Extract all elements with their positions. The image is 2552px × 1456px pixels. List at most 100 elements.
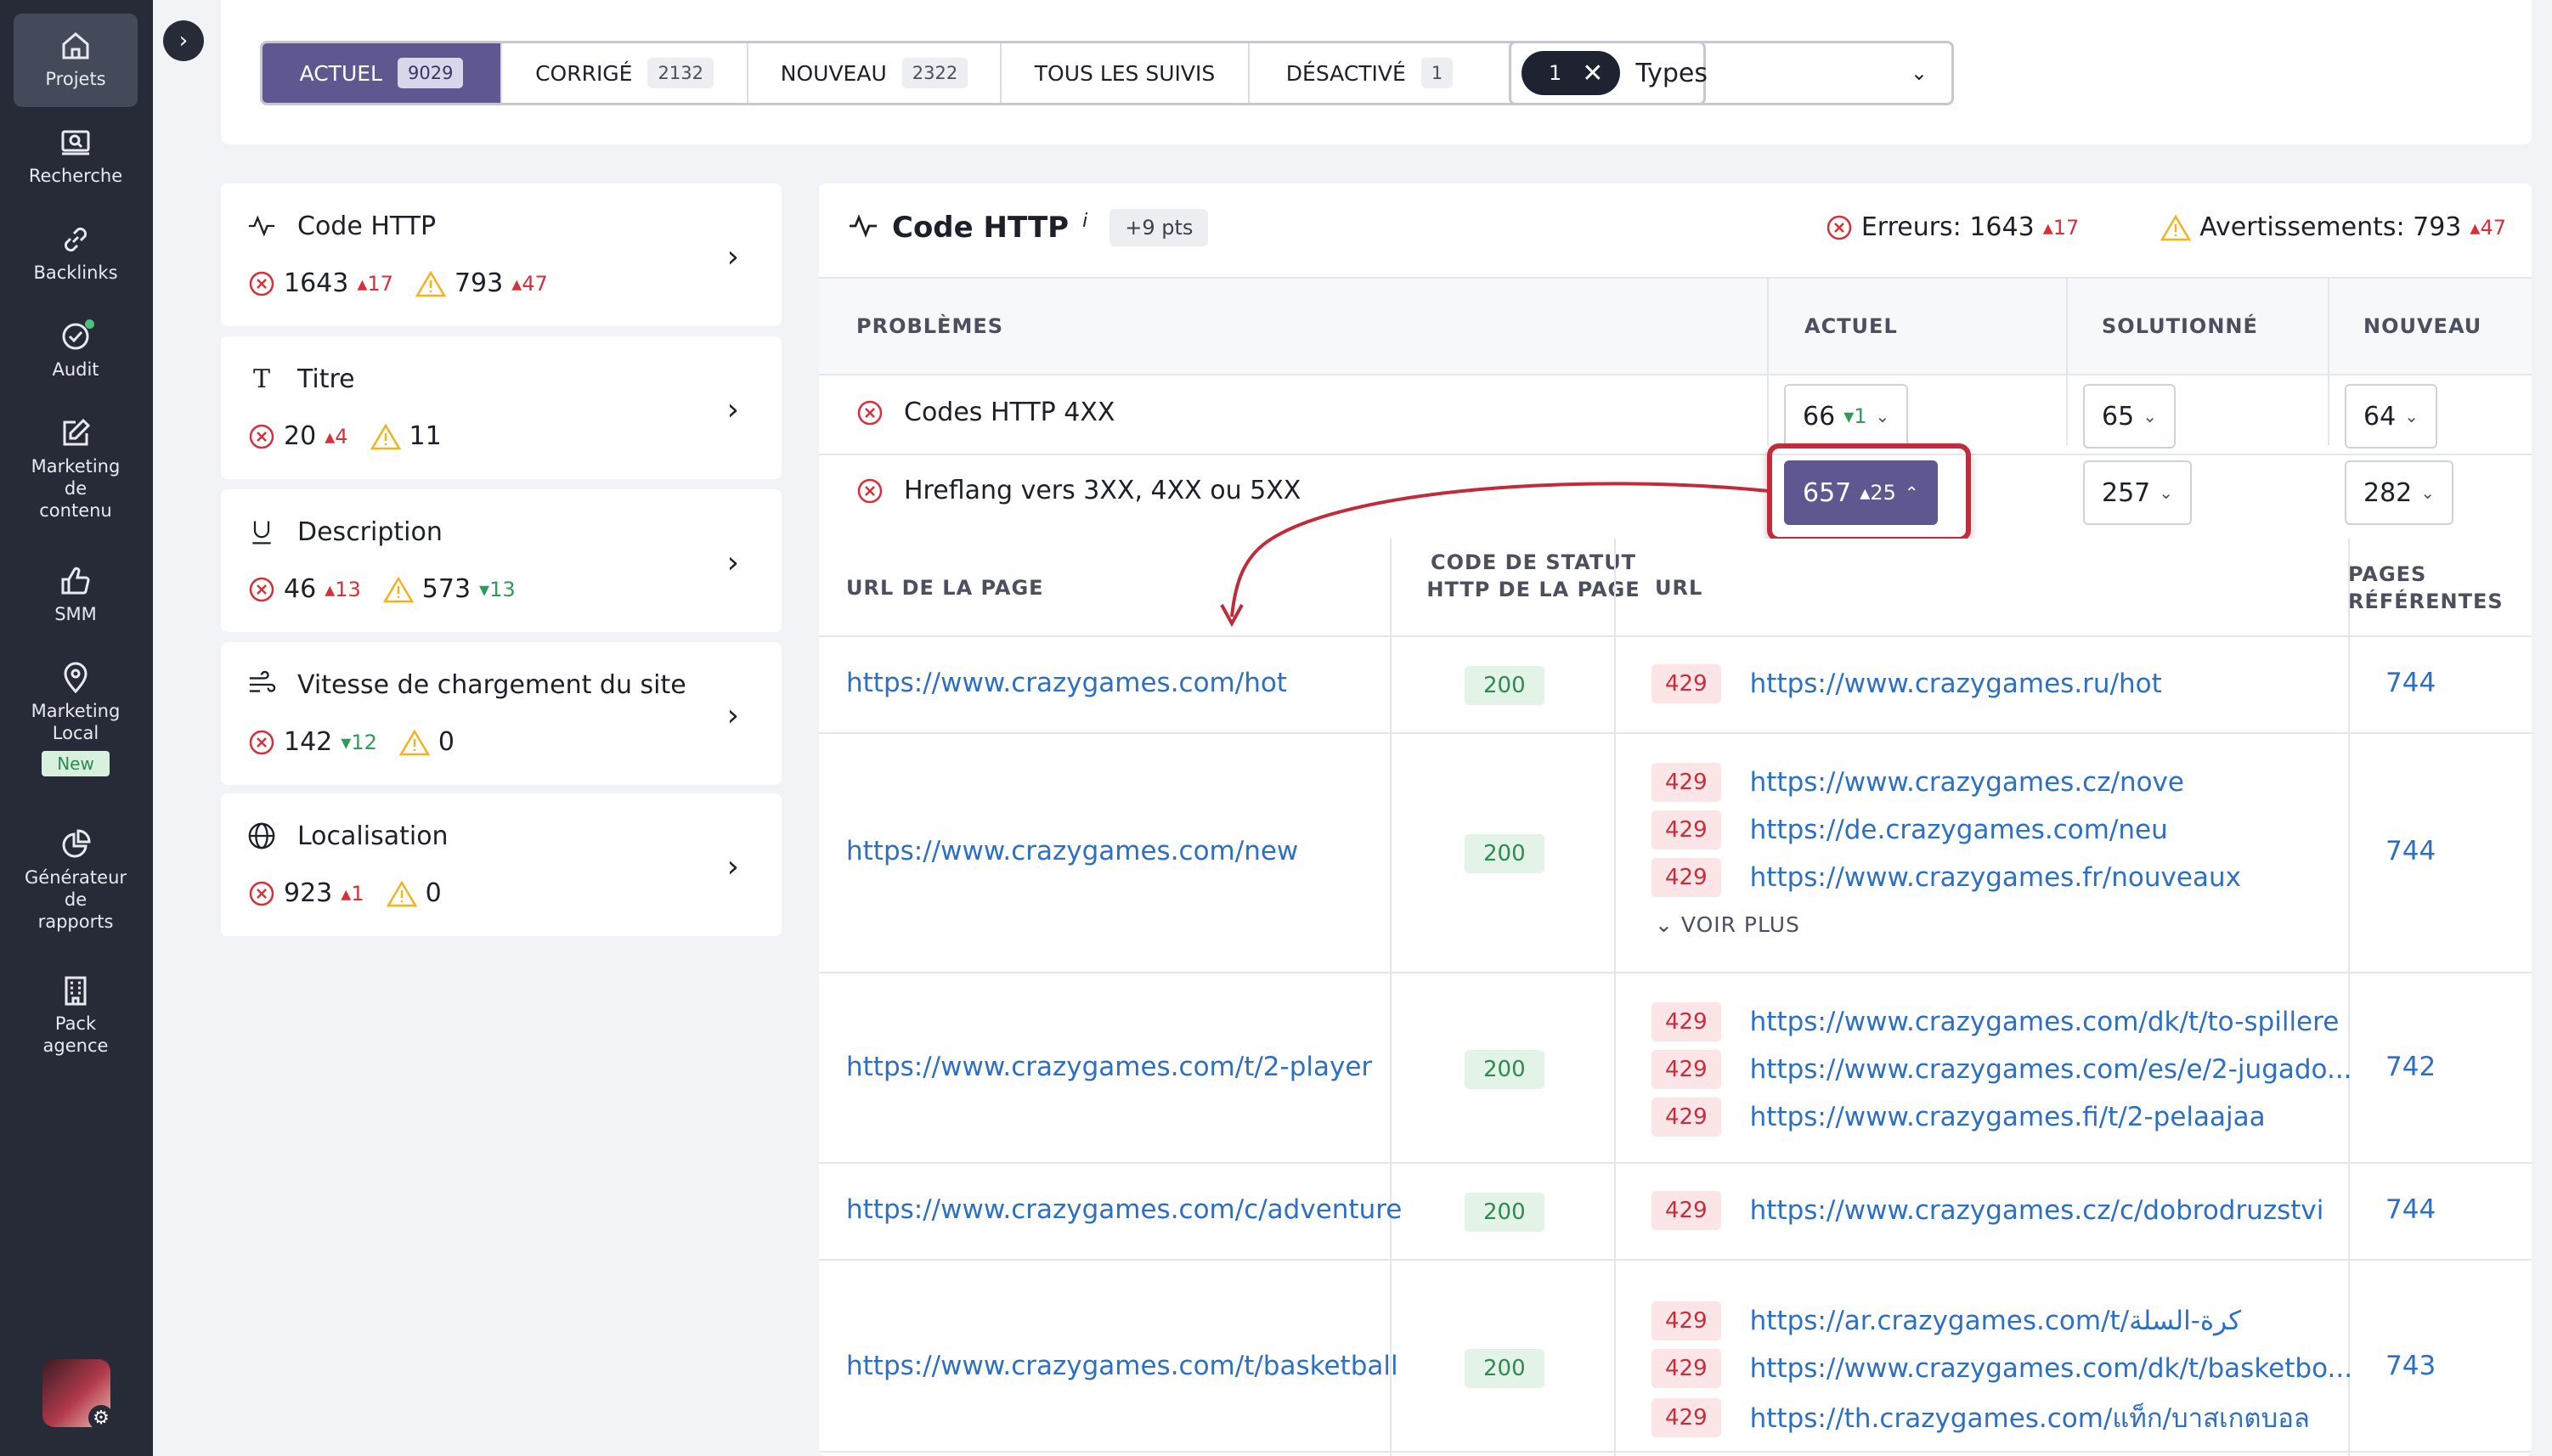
panel-title: Code HTTP [892, 211, 1070, 245]
status-badge: 429 [1651, 763, 1721, 802]
error-delta: ▴17 [357, 271, 393, 296]
target-url-link[interactable]: https://de.crazygames.com/neu [1750, 815, 2168, 845]
error-icon [249, 881, 274, 906]
types-label: Types [1635, 58, 1708, 88]
detail-table-header: URL DE LA PAGE CODE DE STATUT HTTP DE LA… [819, 539, 2532, 637]
target-url-link[interactable]: https://www.crazygames.com/dk/t/basketbo… [1750, 1353, 2352, 1384]
status-badge: 429 [1651, 1098, 1721, 1137]
activity-icon [848, 211, 878, 245]
chevron-down-icon: ⌄ [1910, 61, 1928, 85]
nav-label: Backlinks [33, 262, 118, 283]
status-badge: 429 [1651, 1050, 1721, 1089]
solved-dropdown[interactable]: 65 ⌄ [2083, 384, 2176, 449]
new-dropdown[interactable]: 64 ⌄ [2345, 384, 2437, 449]
category-card-localisation[interactable]: Localisation 923 ▴1 0 › [221, 793, 782, 936]
solved-value: 257 [2102, 477, 2151, 508]
warning-icon [370, 423, 401, 449]
nav-label: Audit [52, 359, 99, 380]
error-delta: ▾12 [341, 730, 377, 754]
status-badge: 429 [1651, 1301, 1721, 1340]
problem-row[interactable]: Codes HTTP 4XX 66 ▾1 ⌄ 65 ⌄ 64 ⌄ [819, 377, 2532, 455]
error-delta: ▴13 [325, 577, 361, 601]
filter-bar: ACTUEL 9029 CORRIGÉ 2132 NOUVEAU 2322 TO… [221, 0, 2532, 144]
category-card-description[interactable]: Description 46 ▴13 573 ▾13 › [221, 489, 782, 632]
nav-item-audit[interactable]: Audit [14, 304, 138, 389]
gear-icon[interactable]: ⚙ [88, 1405, 114, 1431]
category-title: Localisation [297, 821, 449, 851]
info-icon[interactable]: i [1082, 211, 1087, 232]
nav-item-pack-agence[interactable]: Pack agence [14, 958, 138, 1069]
category-card-vitesse[interactable]: Vitesse de chargement du site 142 ▾12 0 … [221, 642, 782, 785]
col-solved: SOLUTIONNÉ [2102, 314, 2258, 338]
new-badge: New [42, 751, 110, 776]
col-url: URL [1655, 576, 1703, 600]
types-count: 1 [1549, 61, 1562, 85]
error-icon [249, 730, 274, 754]
status-badge: 429 [1651, 810, 1721, 849]
target-url-link[interactable]: https://www.crazygames.com/es/e/2-jugado… [1750, 1054, 2352, 1085]
solved-dropdown[interactable]: 257 ⌄ [2083, 460, 2193, 525]
solved-value: 65 [2102, 401, 2135, 432]
nav-item-backlinks[interactable]: Backlinks [14, 207, 138, 292]
errors-summary: Erreurs: 1643 [1860, 212, 2035, 242]
current-dropdown[interactable]: 66 ▾1 ⌄ [1784, 384, 1909, 449]
current-delta: ▾1 [1843, 404, 1867, 428]
close-icon[interactable]: ✕ [1582, 59, 1603, 88]
problems-table-header: PROBLÈMES ACTUEL SOLUTIONNÉ NOUVEAU [819, 277, 2532, 375]
chevron-right-icon: › [726, 698, 739, 733]
tab-nouveau[interactable]: NOUVEAU 2322 [748, 43, 1002, 103]
new-dropdown[interactable]: 282 ⌄ [2345, 460, 2454, 525]
tab-count: 1 [1420, 58, 1454, 88]
tab-count: 2322 [901, 58, 968, 88]
target-url-link[interactable]: https://www.crazygames.fr/nouveaux [1750, 862, 2241, 893]
types-select[interactable]: 1 ✕ Types ⌄ [1509, 41, 1954, 105]
nav-item-recherche[interactable]: Recherche [14, 110, 138, 195]
target-url-link[interactable]: https://ar.crazygames.com/t/كرة-السلة [1750, 1306, 2241, 1336]
status-badge: 200 [1465, 1050, 1544, 1089]
avatar[interactable]: ⚙ [42, 1359, 114, 1431]
page-url-link[interactable]: https://www.crazygames.com/new [846, 836, 1298, 866]
types-selected-chip: 1 ✕ [1522, 51, 1621, 95]
nav-item-marketing-contenu[interactable]: Marketing de contenu [14, 401, 138, 537]
category-card-titre[interactable]: T Titre 20 ▴4 11 › [221, 336, 782, 479]
ref-pages-link[interactable]: 744 [2385, 1194, 2436, 1225]
target-url-link[interactable]: https://www.crazygames.com/dk/t/to-spill… [1750, 1007, 2340, 1037]
tab-corrige[interactable]: CORRIGÉ 2132 [502, 43, 748, 103]
nav-label: Marketing de contenu [31, 456, 121, 521]
tab-tous-les-suivis[interactable]: TOUS LES SUIVIS [1002, 43, 1250, 103]
target-url-link[interactable]: https://www.crazygames.ru/hot [1750, 669, 2162, 699]
nav-item-smm[interactable]: SMM [14, 549, 138, 634]
ref-pages-link[interactable]: 743 [2385, 1351, 2436, 1381]
page-url-link[interactable]: https://www.crazygames.com/t/2-player [846, 1052, 1372, 1082]
nav-item-marketing-local[interactable]: Marketing Local New [14, 646, 138, 799]
error-icon [1826, 215, 1852, 240]
errors-summary-delta: ▴17 [2042, 215, 2080, 240]
target-url-link[interactable]: https://www.crazygames.cz/nove [1750, 767, 2184, 798]
problem-row-selected[interactable]: Hreflang vers 3XX, 4XX ou 5XX 657 ▴25 ⌃ … [819, 455, 2532, 533]
ref-pages-link[interactable]: 742 [2385, 1052, 2436, 1082]
sidebar-expand-button[interactable]: › [163, 20, 204, 61]
error-icon [249, 271, 274, 296]
ref-pages-link[interactable]: 744 [2385, 836, 2436, 866]
target-url-link[interactable]: https://th.crazygames.com/แท็ก/บาสเกตบอล [1750, 1397, 2310, 1439]
nav-item-generateur-rapports[interactable]: Générateur de rapports [14, 812, 138, 948]
tab-label: CORRIGÉ [535, 60, 633, 86]
page-url-link[interactable]: https://www.crazygames.com/c/adventure [846, 1194, 1402, 1225]
status-badge: 429 [1651, 1349, 1721, 1388]
status-badge: 200 [1465, 666, 1544, 705]
see-more-button[interactable]: ⌄ VOIR PLUS [1655, 912, 1800, 937]
location-pin-icon [57, 659, 94, 697]
tab-desactive[interactable]: DÉSACTIVÉ 1 [1250, 43, 1489, 103]
tab-label: NOUVEAU [780, 60, 887, 86]
page-url-link[interactable]: https://www.crazygames.com/hot [846, 668, 1287, 698]
page-url-link[interactable]: https://www.crazygames.com/t/basketball [846, 1351, 1398, 1381]
search-screen-icon [57, 124, 94, 161]
tab-actuel[interactable]: ACTUEL 9029 [263, 43, 502, 103]
category-card-code-http[interactable]: Code HTTP 1643 ▴17 793 ▴47 › [221, 183, 782, 326]
chevron-right-icon: › [726, 240, 739, 274]
nav-item-projets[interactable]: Projets [14, 14, 138, 107]
target-url-link[interactable]: https://www.crazygames.cz/c/dobrodruzstv… [1750, 1195, 2324, 1226]
warning-count: 11 [409, 421, 442, 451]
ref-pages-link[interactable]: 744 [2385, 668, 2436, 698]
target-url-link[interactable]: https://www.crazygames.fi/t/2-pelaajaa [1750, 1102, 2266, 1132]
